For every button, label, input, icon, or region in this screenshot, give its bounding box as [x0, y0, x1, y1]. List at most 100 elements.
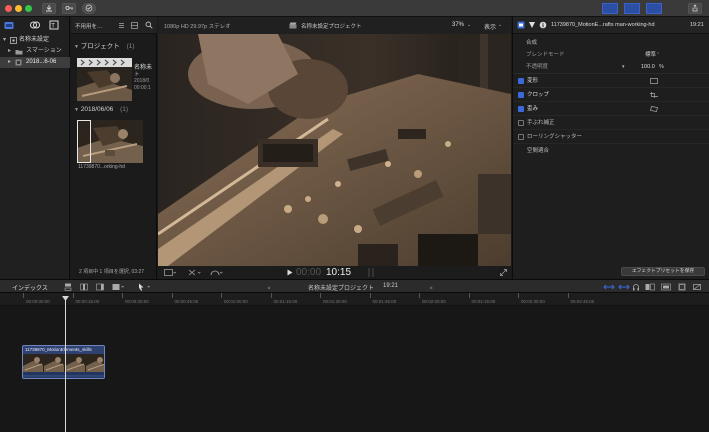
transform-onscreen-icon[interactable] — [650, 78, 658, 84]
disclosure-down-icon[interactable]: ▼ — [74, 107, 79, 113]
append-clip-icon[interactable] — [96, 283, 104, 291]
keyframe-icon[interactable]: ▼ — [621, 60, 625, 74]
color-inspector-icon[interactable] — [528, 21, 536, 29]
viewer-toolbar: 1080p HD 29.97p ステレオ 名称未設定プロジェクト 37% ⌄ 表… — [158, 17, 511, 34]
save-effects-preset-button[interactable]: エフェクトプリセットを保存 — [621, 267, 705, 276]
ruler-tick-label: 00:01:15:00 — [273, 299, 298, 304]
timeline-ruler[interactable]: 00:00:00:00 00:00:15:00 00:00:30:00 00:00:4… — [0, 293, 709, 306]
zoom-menu[interactable]: 37% — [452, 22, 464, 28]
transform-checkbox[interactable] — [518, 78, 524, 84]
audio-skimming-icon[interactable] — [618, 283, 630, 291]
close-window-button[interactable] — [5, 5, 12, 12]
timeline-forward-icon[interactable]: ▶ — [430, 285, 433, 290]
library-item-event[interactable]: ▸ 2018...6-06 — [0, 57, 70, 68]
project-section-header[interactable]: ▼ プロジェクト (1) — [74, 42, 135, 52]
clip-appearance-icon[interactable] — [661, 283, 671, 291]
transform-row[interactable]: 変形 — [513, 74, 709, 88]
ruler-tick-mark — [320, 293, 321, 298]
distort-row[interactable]: 歪み — [513, 102, 709, 116]
project-thumbnail[interactable] — [77, 58, 132, 101]
show-browser-toggle[interactable] — [602, 3, 618, 14]
library-item-smart-collection[interactable]: ▸ スマーション — [0, 46, 70, 57]
info-inspector-icon[interactable] — [539, 21, 547, 29]
show-inspector-toggle[interactable] — [646, 3, 662, 14]
stabilization-label: 手ぶれ補正 — [527, 120, 555, 126]
solo-icon[interactable] — [632, 283, 640, 291]
connect-clip-icon[interactable] — [64, 283, 72, 291]
audio-meter-left — [368, 268, 370, 277]
timeline-index-button[interactable]: インデックス — [12, 283, 48, 292]
keywords-button[interactable] — [62, 3, 76, 14]
ruler-tick-mark — [171, 293, 173, 298]
timeline-back-icon[interactable]: ◀ — [267, 285, 270, 290]
display-menu[interactable]: 表示 — [484, 22, 496, 31]
transitions-browser-icon[interactable] — [693, 283, 701, 291]
transform-icon[interactable] — [188, 269, 202, 276]
distort-checkbox[interactable] — [518, 106, 524, 112]
spatial-conform-row[interactable]: 空間適合 — [513, 144, 709, 158]
disclosure-right-icon[interactable]: ▸ — [8, 46, 11, 57]
libraries-icon[interactable] — [4, 21, 14, 30]
ruler-tick-label: 00:02:45:00 — [570, 299, 595, 304]
crop-checkbox[interactable] — [518, 92, 524, 98]
playhead[interactable] — [65, 298, 66, 432]
crop-row[interactable]: クロップ — [513, 88, 709, 102]
rolling-shutter-checkbox[interactable] — [518, 134, 524, 140]
inspector: 11739870_MotionE...rafts man-working-hd … — [512, 17, 709, 279]
insert-clip-icon[interactable] — [80, 283, 88, 291]
stabilization-checkbox[interactable] — [518, 120, 524, 126]
browser-toolbar: 不用用を… — [71, 17, 157, 34]
clip-thumbnail[interactable] — [77, 120, 143, 163]
crop-onscreen-icon[interactable] — [650, 92, 658, 98]
titles-generators-icon[interactable]: T — [49, 20, 59, 30]
speed-icon[interactable] — [210, 269, 224, 276]
fullscreen-icon[interactable] — [500, 269, 507, 276]
video-frame[interactable] — [158, 34, 511, 266]
search-icon[interactable] — [145, 21, 153, 29]
overwrite-clip-icon[interactable] — [112, 283, 126, 291]
zoom-chevron-icon[interactable]: ⌄ — [467, 22, 471, 28]
ruler-tick-label: 00:02:00:00 — [422, 299, 446, 304]
view-options-icon[interactable] — [164, 269, 176, 276]
import-button[interactable] — [42, 3, 56, 14]
show-timeline-toggle[interactable] — [624, 3, 640, 14]
minimize-window-button[interactable] — [15, 5, 22, 12]
background-tasks-button[interactable] — [82, 3, 96, 14]
date-section-header[interactable]: ▼ 2018/06/06 (1) — [74, 105, 128, 115]
ruler-tick-mark — [122, 293, 123, 298]
video-inspector-icon[interactable] — [517, 21, 525, 29]
opacity-value[interactable]: 100.0 — [641, 60, 655, 74]
stabilization-row[interactable]: 手ぶれ補正 — [513, 116, 709, 130]
library-item-label: 2018...6-06 — [26, 59, 57, 65]
snapping-icon[interactable] — [645, 283, 655, 291]
distort-onscreen-icon[interactable] — [650, 106, 658, 112]
rolling-shutter-row[interactable]: ローリングシャッター — [513, 130, 709, 144]
play-icon[interactable] — [287, 269, 293, 276]
library-root[interactable]: ▾ 名称未設定 — [0, 35, 70, 46]
list-view-icon[interactable] — [118, 22, 125, 29]
disclosure-right-icon[interactable]: ▸ — [8, 57, 11, 68]
svg-text:T: T — [50, 23, 55, 30]
select-tool-icon[interactable] — [138, 283, 152, 291]
timeline-clip-label: 11739870_MotionElements_skills — [25, 347, 92, 352]
photos-audio-icon[interactable] — [30, 20, 40, 30]
timecode-display[interactable]: 10:15 — [326, 267, 351, 278]
zoom-window-button[interactable] — [25, 5, 32, 12]
timeline-clip[interactable]: 11739870_MotionElements_skills — [22, 345, 105, 379]
media-browser: 不用用を… ▼ プロジェクト (1) 名称未 ト 2018/0 00:00:1 … — [71, 17, 157, 279]
disclosure-down-icon[interactable]: ▾ — [3, 35, 6, 46]
disclosure-down-icon[interactable]: ▼ — [74, 44, 79, 50]
share-button[interactable] — [688, 3, 702, 14]
event-icon — [15, 59, 22, 66]
project-item[interactable]: 名称未 ト 2018/0 00:00:1 — [77, 58, 155, 103]
timeline[interactable]: 11739870_MotionElements_skills — [0, 306, 709, 432]
display-chevron-icon[interactable]: ⌄ — [498, 22, 502, 28]
browser-filter-menu[interactable]: 不用用を… — [75, 22, 103, 30]
clip-appearance-icon[interactable] — [131, 22, 138, 29]
viewer-transport: 00:00 10:15 — [158, 266, 511, 279]
library-toolbar: T — [4, 20, 66, 32]
library-icon — [10, 37, 17, 44]
skimming-icon[interactable] — [603, 283, 615, 291]
video-image — [158, 34, 511, 266]
effects-browser-icon[interactable] — [678, 283, 686, 291]
